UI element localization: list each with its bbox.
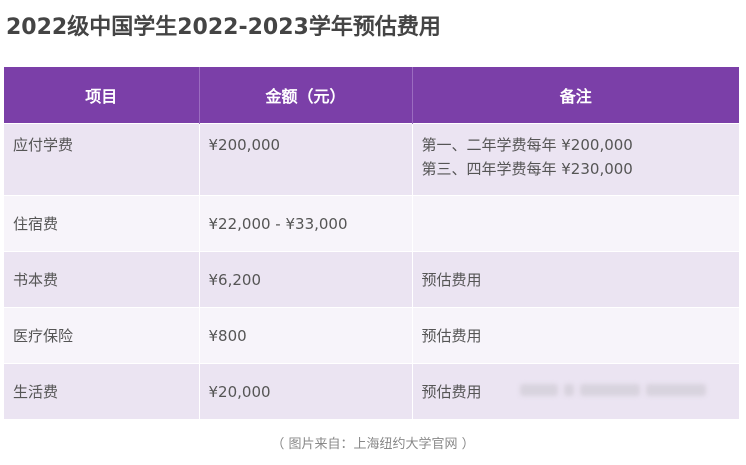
cell-notes: [412, 195, 739, 252]
header-amount: 金额（元）: [199, 67, 413, 124]
table-header-row: 项目 金额（元） 备注: [4, 67, 739, 124]
cell-amount: ¥800: [199, 307, 413, 364]
blurred-watermark: [520, 381, 720, 399]
fee-table-container: 项目 金额（元） 备注 应付学费 ¥200,000 第一、二年学费每年 ¥200…: [4, 67, 739, 419]
note-line: 第一、二年学费每年 ¥200,000: [421, 136, 633, 154]
image-caption: （ 图片来自：上海纽约大学官网 ）: [271, 437, 475, 452]
table-row: 医疗保险 ¥800 预估费用: [4, 307, 739, 364]
table-row: 应付学费 ¥200,000 第一、二年学费每年 ¥200,000 第三、四年学费…: [4, 123, 739, 196]
header-item: 项目: [4, 67, 200, 124]
table-row: 书本费 ¥6,200 预估费用: [4, 251, 739, 308]
cell-amount: ¥200,000: [199, 123, 413, 196]
cell-item: 住宿费: [4, 195, 200, 252]
note-line: 第三、四年学费每年 ¥230,000: [421, 160, 633, 178]
header-notes: 备注: [412, 67, 739, 124]
page-title: 2022级中国学生2022-2023学年预估费用: [6, 15, 441, 40]
cell-item: 生活费: [4, 363, 200, 419]
cell-notes: 预估费用: [412, 251, 739, 308]
cell-amount: ¥22,000 - ¥33,000: [199, 195, 413, 252]
fee-table: 项目 金额（元） 备注 应付学费 ¥200,000 第一、二年学费每年 ¥200…: [4, 67, 739, 419]
cell-amount: ¥20,000: [199, 363, 413, 419]
table-row: 住宿费 ¥22,000 - ¥33,000: [4, 195, 739, 252]
cell-notes: 第一、二年学费每年 ¥200,000 第三、四年学费每年 ¥230,000: [412, 123, 739, 196]
cell-item: 医疗保险: [4, 307, 200, 364]
cell-item: 应付学费: [4, 123, 200, 196]
cell-amount: ¥6,200: [199, 251, 413, 308]
cell-notes: 预估费用: [412, 307, 739, 364]
cell-item: 书本费: [4, 251, 200, 308]
